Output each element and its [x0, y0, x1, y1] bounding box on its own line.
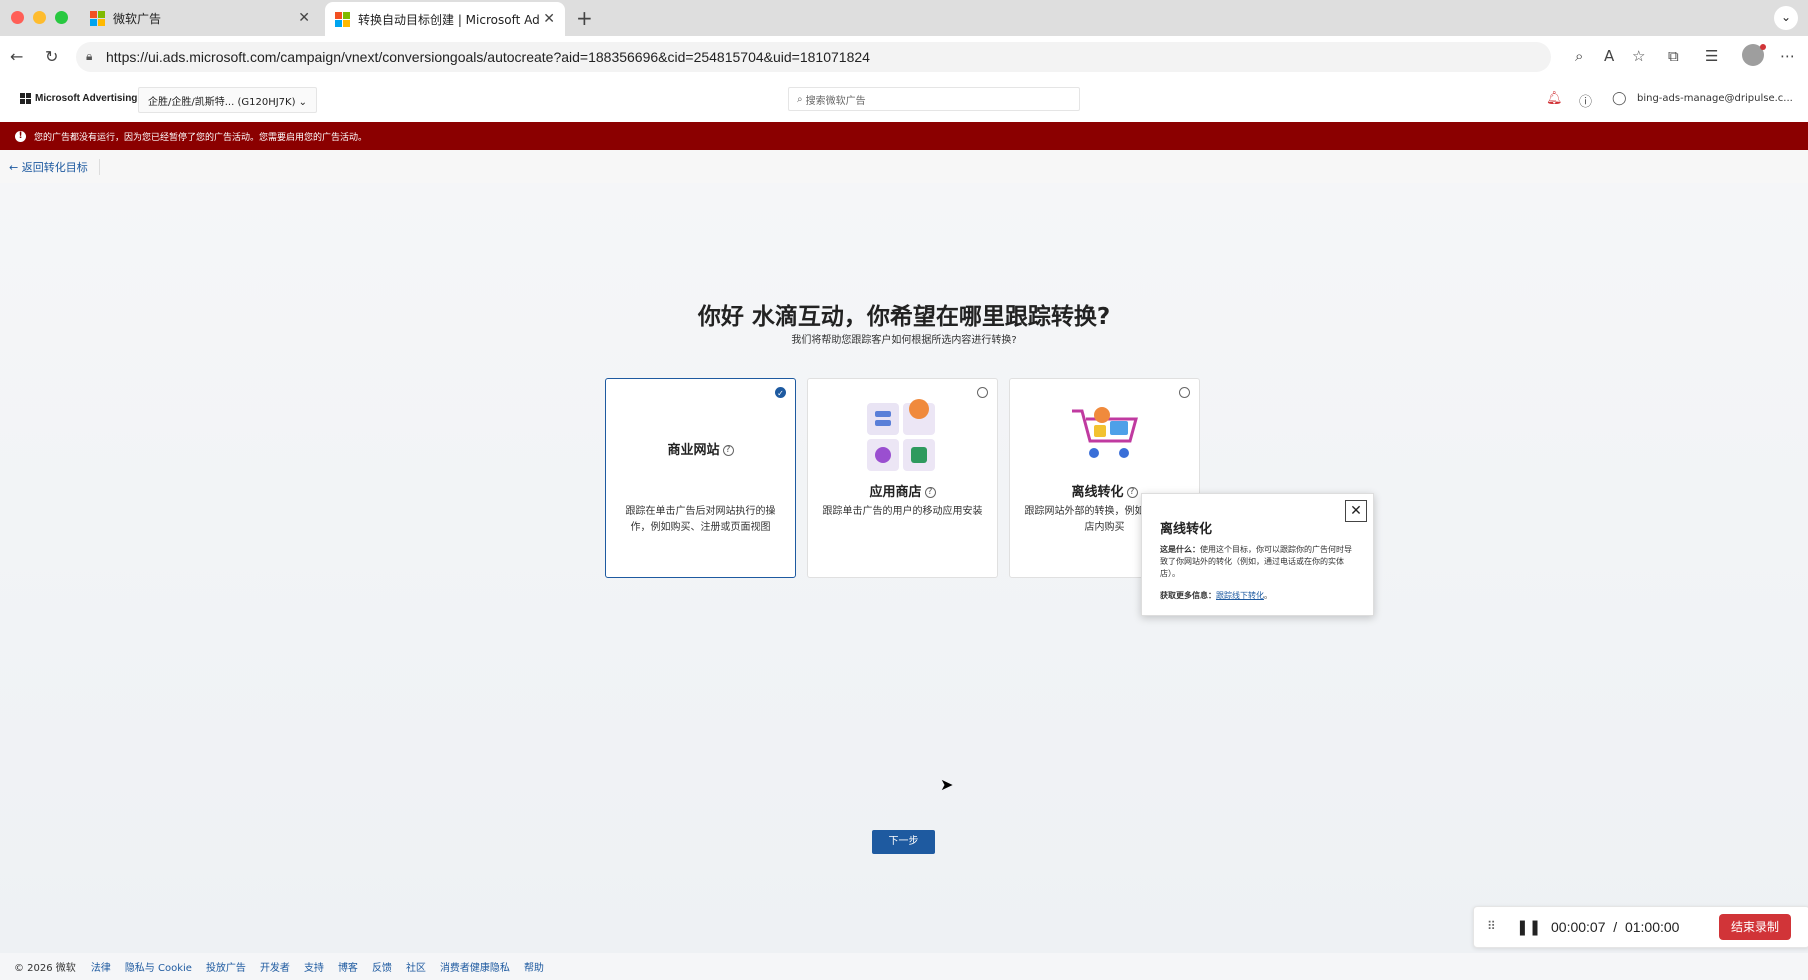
footer-link-community[interactable]: 社区 — [406, 959, 426, 974]
footer-link-health-privacy[interactable]: 消费者健康隐私 — [440, 959, 510, 974]
card-app-store[interactable]: 应用商店? 跟踪单击广告的用户的移动应用安装 — [807, 378, 998, 578]
footer-link-legal[interactable]: 法律 — [91, 959, 111, 974]
brand-logo[interactable]: Microsoft Advertising — [20, 93, 137, 104]
card-title: 应用商店 — [869, 485, 922, 500]
tab-label: 转换自动目标创建 | Microsoft Ad — [358, 12, 540, 27]
alert-banner: ! 您的广告都没有运行，因为您已经暂停了您的广告活动。您需要启用您的广告活动。 — [0, 122, 1808, 150]
popover-body: 这是什么：使用这个目标，你可以跟踪你的广告何时导致了你网站外的转化（例如，通过电… — [1160, 544, 1356, 580]
app-header: Microsoft Advertising 企胜/企胜/凯斯特... (G120… — [0, 78, 1808, 123]
brand-name: Microsoft Advertising — [35, 93, 138, 104]
footer-link-help[interactable]: 帮助 — [524, 959, 544, 974]
card-title: 离线转化 — [1071, 485, 1124, 500]
close-tab-icon[interactable]: ✕ — [543, 11, 555, 27]
favorites-list-icon[interactable]: ☰ — [1705, 47, 1718, 65]
footer-link-developers[interactable]: 开发者 — [260, 959, 290, 974]
pause-icon[interactable]: ❚❚ — [1516, 918, 1541, 936]
help-icon[interactable]: ? — [924, 487, 936, 498]
search-icon: ⌕ — [797, 93, 803, 105]
account-selector[interactable]: 企胜/企胜/凯斯特... (G120HJ7K) ⌄ — [138, 87, 318, 113]
shopping-cart-icon — [1072, 407, 1138, 458]
tab-search-chevron-icon[interactable]: ⌄ — [1774, 6, 1798, 30]
footer-link-blog[interactable]: 博客 — [338, 959, 358, 974]
recording-toolbar: ⠿ ❚❚ 00:00:07 / 01:00:00 结束录制 — [1473, 906, 1808, 948]
browser-tab-1[interactable]: 微软广告 ✕ — [80, 0, 320, 36]
zoom-icon[interactable]: ⌕ — [1575, 47, 1583, 65]
copyright: © 2026 微软 — [14, 963, 76, 974]
favorite-star-icon[interactable]: ☆ — [1632, 47, 1645, 65]
notification-dot — [1760, 44, 1766, 50]
radio-app-store[interactable] — [977, 387, 988, 398]
search-placeholder: 搜索微软广告 — [805, 95, 866, 107]
user-email[interactable]: bing-ads-manage@dripulse.c... — [1637, 93, 1793, 104]
close-tab-icon[interactable]: ✕ — [298, 10, 310, 26]
warning-icon: ! — [15, 130, 26, 142]
card-title-wrap: 应用商店? — [808, 481, 997, 500]
browser-tab-strip: 微软广告 ✕ 转换自动目标创建 | Microsoft Ad ✕ + ⌄ — [0, 0, 1808, 36]
footer-link-privacy[interactable]: 隐私与 Cookie — [125, 959, 192, 974]
footer-link-advertise[interactable]: 投放广告 — [206, 959, 246, 974]
radio-offline-conversion[interactable] — [1179, 387, 1190, 398]
card-desc: 跟踪单击广告的用户的移动应用安装 — [822, 506, 983, 517]
read-aloud-icon[interactable]: A — [1604, 47, 1614, 65]
microsoft-logo-icon — [90, 10, 105, 26]
recording-time: 00:00:07 / 01:00:00 — [1551, 919, 1679, 935]
total-time: 01:00:00 — [1624, 919, 1680, 935]
help-icon[interactable]: ? — [1126, 487, 1138, 498]
card-desc: 跟踪在单击广告后对网站执行的操作，例如购买、注册或页面视图 — [625, 506, 776, 533]
url-text: https://ui.ads.microsoft.com/campaign/vn… — [106, 49, 870, 65]
browser-tab-2[interactable]: 转换自动目标创建 | Microsoft Ad ✕ — [325, 2, 565, 36]
search-input[interactable]: ⌕ 搜索微软广告 — [788, 87, 1080, 111]
tab-label: 微软广告 — [113, 11, 162, 26]
page-subtitle: 我们将帮助您跟踪客户如何根据所选内容进行转换? — [791, 335, 1017, 346]
card-title-wrap: 商业网站? — [606, 439, 795, 458]
extensions-icon[interactable]: ⧉ — [1668, 47, 1679, 65]
footer: © 2026 微软 法律 隐私与 Cookie 投放广告 开发者 支持 博客 反… — [0, 953, 1808, 980]
microsoft-logo-icon — [335, 11, 350, 27]
lock-icon: 🔒︎ — [86, 49, 93, 63]
notification-bell-icon[interactable]: 🔔︎ — [1546, 91, 1563, 106]
radio-business-website[interactable]: ✓ — [775, 387, 786, 398]
microsoft-logo-icon — [20, 93, 31, 104]
help-icon[interactable]: ? — [722, 445, 734, 456]
address-bar-row: ← ↻ 🔒︎ https://ui.ads.microsoft.com/camp… — [0, 36, 1808, 79]
back-arrow-icon[interactable]: ← — [10, 47, 23, 66]
new-tab-icon[interactable]: + — [576, 6, 593, 30]
popover-body-label: 这是什么： — [1160, 545, 1200, 554]
end-recording-button[interactable]: 结束录制 — [1719, 914, 1791, 940]
footer-link-support[interactable]: 支持 — [304, 959, 324, 974]
popover-title: 离线转化 — [1160, 522, 1213, 537]
footer-link-feedback[interactable]: 反馈 — [372, 959, 392, 974]
popover-more-suffix: 。 — [1264, 591, 1272, 600]
offline-tracking-link[interactable]: 跟踪线下转化 — [1216, 591, 1264, 600]
url-field[interactable]: 🔒︎ https://ui.ads.microsoft.com/campaign… — [76, 42, 1551, 72]
reload-icon[interactable]: ↻ — [45, 47, 58, 66]
mouse-cursor-icon: ➤ — [940, 775, 954, 794]
offline-conversion-popover: ✕ 离线转化 这是什么：使用这个目标，你可以跟踪你的广告何时导致了你网站外的转化… — [1141, 493, 1374, 616]
minimize-window-button[interactable] — [33, 11, 46, 24]
app-grid-icon — [867, 399, 935, 471]
maximize-window-button[interactable] — [55, 11, 68, 24]
page-title: 你好 水滴互动，你希望在哪里跟踪转换? — [697, 304, 1111, 330]
user-icon[interactable]: ◯ — [1612, 91, 1627, 106]
elapsed-time: 00:00:07 — [1551, 919, 1606, 935]
drag-handle-icon[interactable]: ⠿ — [1487, 919, 1496, 933]
back-to-conversion-goals-link[interactable]: ← 返回转化目标 — [9, 159, 100, 175]
time-separator: / — [1613, 919, 1618, 935]
back-bar: ← 返回转化目标 — [0, 150, 1808, 184]
popover-more: 获取更多信息：跟踪线下转化。 — [1160, 590, 1272, 601]
close-window-button[interactable] — [11, 11, 24, 24]
account-label: 企胜/企胜/凯斯特... (G120HJ7K) ⌄ — [148, 96, 308, 108]
card-business-website[interactable]: ✓ 商业网站? 跟踪在单击广告后对网站执行的操作，例如购买、注册或页面视图 — [605, 378, 796, 578]
help-icon[interactable]: ⓘ — [1579, 91, 1592, 110]
close-icon[interactable]: ✕ — [1345, 500, 1367, 522]
alert-text: 您的广告都没有运行，因为您已经暂停了您的广告活动。您需要启用您的广告活动。 — [34, 132, 368, 143]
next-button[interactable]: 下一步 — [872, 830, 935, 854]
more-menu-icon[interactable]: ⋯ — [1780, 47, 1795, 65]
popover-more-label: 获取更多信息： — [1160, 591, 1216, 600]
card-title: 商业网站 — [667, 443, 720, 458]
